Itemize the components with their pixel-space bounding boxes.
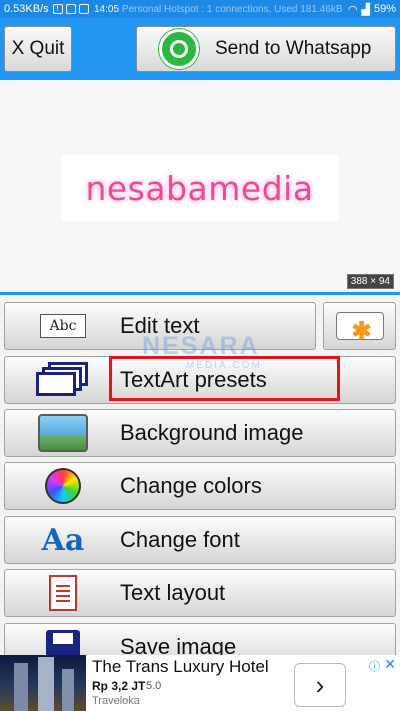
- asterisk-icon: ✱: [351, 318, 372, 345]
- document-icon: [49, 575, 77, 611]
- ad-title[interactable]: The Trans Luxury Hotel: [92, 657, 269, 677]
- sticker-icon: ✱: [335, 312, 384, 344]
- divider: [0, 292, 400, 295]
- signal-icon: ▟: [361, 3, 370, 16]
- ad-rating: 5.0: [146, 680, 162, 692]
- image-icon: [65, 4, 76, 14]
- notification-icon: !: [52, 4, 63, 14]
- ad-arrow-button[interactable]: ›: [294, 663, 346, 707]
- status-bar: 0.53KB/s ! 14:05 Personal Hotspot : 1 co…: [0, 0, 400, 18]
- text-layout-button[interactable]: Text layout: [4, 569, 396, 617]
- picture-icon: [38, 414, 88, 452]
- color-wheel-icon: [45, 468, 81, 504]
- quit-button[interactable]: X Quit: [4, 26, 72, 72]
- change-colors-button[interactable]: Change colors: [4, 462, 396, 510]
- status-time: 14:05: [94, 3, 120, 15]
- whatsapp-icon: [159, 29, 199, 69]
- text-art-text: nesabamedia: [85, 168, 314, 208]
- ad-hotel-image[interactable]: [0, 655, 86, 711]
- highlight-box: [109, 356, 340, 401]
- whatsapp-label: Send to Whatsapp: [215, 38, 372, 59]
- ad-brand: Traveloka: [92, 695, 140, 707]
- ad-close-icon[interactable]: ✕: [384, 656, 396, 673]
- send-to-whatsapp-button[interactable]: Send to Whatsapp: [136, 26, 396, 72]
- image-size-badge: 388 × 94: [346, 274, 394, 289]
- message-icon: [78, 4, 89, 14]
- font-icon: Aa: [41, 522, 85, 558]
- text-layout-label: Text layout: [120, 580, 226, 605]
- battery-level: 59%: [373, 3, 396, 15]
- quit-label: X Quit: [11, 38, 65, 59]
- top-bar: X Quit Send to Whatsapp: [0, 18, 400, 80]
- change-font-label: Change font: [120, 527, 240, 552]
- background-image-button[interactable]: Background image: [4, 409, 396, 457]
- background-image-label: Background image: [120, 420, 304, 445]
- hotspot-notification: Personal Hotspot : 1 connections, Used 1…: [121, 3, 343, 15]
- sticker-button[interactable]: ✱: [323, 302, 396, 350]
- network-speed: 0.53KB/s: [4, 3, 49, 15]
- text-art-image: nesabamedia: [61, 155, 338, 221]
- text-art-preview: nesabamedia 388 × 94: [0, 80, 400, 290]
- presets-icon: [36, 362, 90, 398]
- wifi-icon: ◠: [347, 3, 358, 16]
- ad-banner[interactable]: The Trans Luxury Hotel Rp 3,2 JT 5.0 Tra…: [0, 655, 400, 711]
- change-font-button[interactable]: Aa Change font: [4, 516, 396, 564]
- ad-price: Rp 3,2 JT: [92, 679, 146, 693]
- ad-info-icon[interactable]: ⓘ: [369, 658, 380, 674]
- change-colors-label: Change colors: [120, 473, 262, 498]
- abc-icon: Abc: [40, 314, 86, 338]
